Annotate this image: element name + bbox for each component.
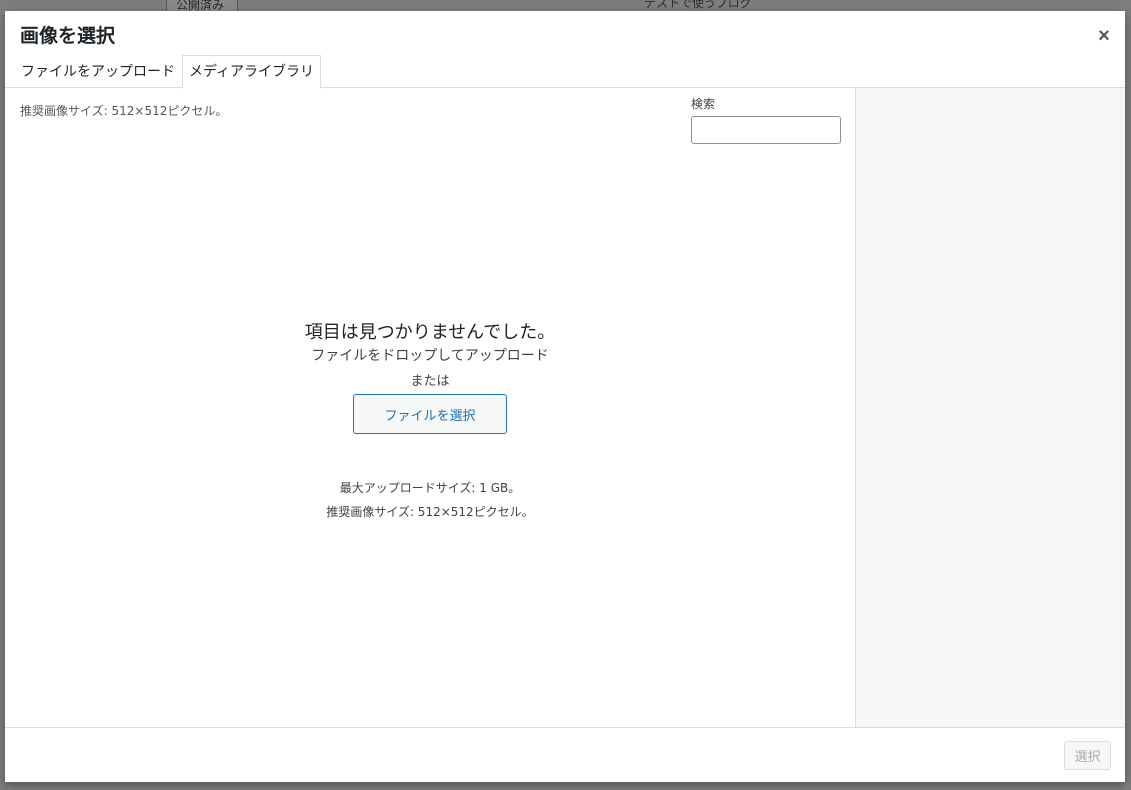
media-modal: 画像を選択 × ファイルをアップロード メディアライブラリ 推奨画像サイズ: 5… [5,11,1125,782]
modal-footer: 選択 [5,727,1125,782]
or-separator: または [410,374,450,389]
media-library-content: 推奨画像サイズ: 512×512ピクセル。 検索 項目は見つかりませんでした。 … [5,88,855,727]
close-button[interactable]: × [1089,21,1119,51]
recommended-size-note: 推奨画像サイズ: 512×512ピクセル。 [20,104,228,118]
drop-files-instruction: ファイルをドロップしてアップロード [311,348,549,364]
recommended-size-info: 推奨画像サイズ: 512×512ピクセル。 [326,505,534,519]
search-input[interactable] [691,116,841,144]
tab-media-library[interactable]: メディアライブラリ [182,55,322,89]
search-label: 検索 [691,97,716,111]
attachment-details-sidebar [855,88,1125,727]
max-upload-size: 最大アップロードサイズ: 1 GB。 [339,481,521,495]
select-button[interactable]: 選択 [1064,741,1111,770]
background-site-title: テストで使うブログ [644,0,752,10]
tab-upload-files[interactable]: ファイルをアップロード [14,55,182,88]
select-files-button[interactable]: ファイルを選択 [353,394,507,434]
modal-tabs: ファイルをアップロード メディアライブラリ [14,55,322,89]
modal-title: 画像を選択 [20,25,116,47]
no-items-message: 項目は見つかりませんでした。 [304,322,556,343]
